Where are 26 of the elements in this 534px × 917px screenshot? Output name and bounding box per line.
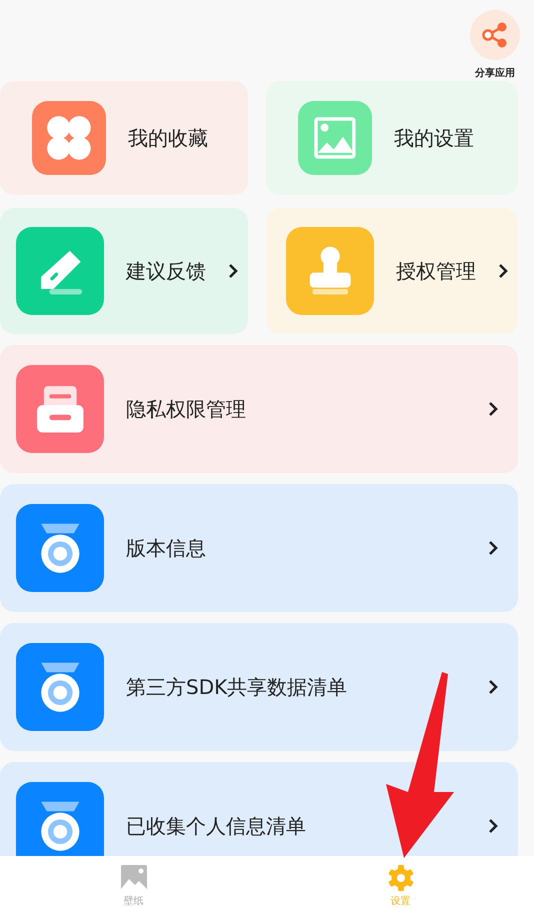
image-icon [312, 115, 358, 161]
row-label: 第三方SDK共享数据清单 [126, 674, 348, 700]
menu-row[interactable]: 已收集个人信息清单 [0, 762, 518, 856]
card-label: 建议反馈 [126, 258, 206, 284]
card-label: 我的设置 [394, 124, 474, 152]
menu-row[interactable]: 第三方SDK共享数据清单 [0, 623, 518, 751]
card-label: 我的收藏 [128, 124, 208, 152]
menu-card[interactable]: 授权管理 [266, 208, 518, 334]
chevron-icon [488, 401, 498, 417]
image-icon [120, 865, 146, 891]
row-label: 已收集个人信息清单 [126, 812, 306, 840]
menu-card[interactable]: 建议反馈 [0, 208, 248, 334]
row-label: 版本信息 [126, 534, 206, 562]
settings-icon [388, 865, 414, 891]
menu-card[interactable]: 我的设置 [266, 81, 518, 195]
card-label: 授权管理 [396, 258, 476, 284]
share-button[interactable] [470, 10, 520, 60]
chevron-icon [488, 540, 498, 556]
chevron-icon [488, 679, 498, 695]
clover-icon [46, 115, 92, 161]
share-icon [481, 21, 509, 49]
menu-row[interactable]: 版本信息 [0, 484, 518, 612]
chevron-icon [488, 818, 498, 834]
menu-card[interactable]: 我的收藏 [0, 81, 248, 195]
share-label: 分享应用 [475, 66, 515, 80]
row-label: 隐私权限管理 [126, 396, 246, 422]
